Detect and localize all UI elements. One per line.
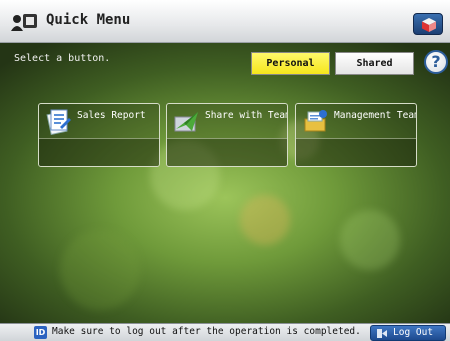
- help-button[interactable]: ?: [424, 50, 448, 74]
- logout-button[interactable]: Log Out: [370, 325, 446, 341]
- bokeh-light: [340, 210, 400, 270]
- personal-toggle-button[interactable]: Personal: [251, 52, 330, 75]
- tile-label: Sales Report: [77, 110, 146, 121]
- quick-menu-icon: [11, 14, 37, 31]
- shared-toggle-button[interactable]: Shared: [335, 52, 414, 75]
- tile-label: Share with Team: [205, 110, 288, 121]
- logout-notice: Make sure to log out after the operation…: [52, 326, 361, 337]
- tile-management-team[interactable]: Management Team: [295, 103, 417, 167]
- cube-icon: [422, 18, 436, 32]
- title-bar: Quick Menu: [0, 0, 450, 43]
- screen: Quick Menu Select a button. Personal Sha…: [0, 0, 450, 341]
- corner-button[interactable]: [413, 13, 443, 35]
- logout-icon: [377, 329, 387, 338]
- tile-label: Management Team: [334, 110, 417, 121]
- instruction-text: Select a button.: [14, 53, 111, 64]
- tile-lower-panel: [39, 138, 159, 166]
- tile-lower-panel: [167, 138, 287, 166]
- tile-sales-report[interactable]: Sales Report: [38, 103, 160, 167]
- id-badge-icon: ID: [34, 326, 47, 339]
- tile-share-with-team[interactable]: Share with Team: [166, 103, 288, 167]
- bokeh-light: [60, 230, 140, 310]
- share-plane-icon: [174, 112, 198, 132]
- logout-label: Log Out: [393, 327, 434, 338]
- document-report-icon: [46, 109, 71, 135]
- bokeh-light: [240, 195, 290, 245]
- page-title: Quick Menu: [46, 12, 131, 28]
- status-bar: ID Make sure to log out after the operat…: [0, 323, 450, 341]
- tray-folder-icon: [304, 110, 327, 132]
- tile-lower-panel: [296, 138, 416, 166]
